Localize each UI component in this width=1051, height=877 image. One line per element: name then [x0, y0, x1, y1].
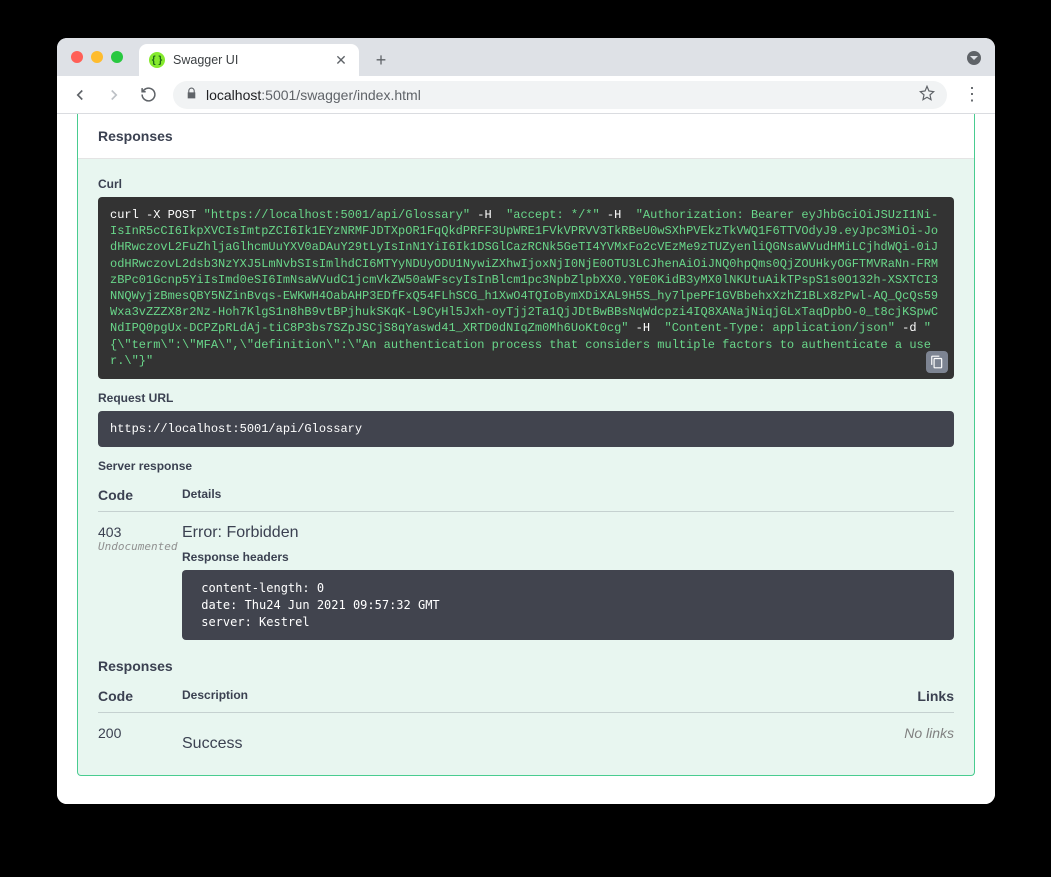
col-code: Code — [98, 487, 182, 503]
table-header: Code Details — [98, 479, 954, 512]
reload-button[interactable] — [133, 80, 163, 110]
lock-icon — [185, 87, 198, 103]
request-url-label: Request URL — [98, 391, 954, 405]
response-headers-block: content-length: 0 date: Thu24 Jun 2021 0… — [182, 570, 954, 640]
curl-label: Curl — [98, 177, 954, 191]
browser-window: { } Swagger UI ✕ + localhost:5001/swagge… — [57, 38, 995, 804]
responses-header: Responses — [78, 114, 974, 159]
address-bar[interactable]: localhost:5001/swagger/index.html — [173, 81, 947, 109]
response-description-cell: Success — [182, 725, 904, 753]
error-message: Error: Forbidden — [182, 524, 954, 542]
server-response-label: Server response — [98, 459, 954, 473]
close-window-button[interactable] — [71, 51, 83, 63]
swagger-operation-block: Responses Curl curl -X POST "https://loc… — [77, 114, 975, 776]
response-code-cell: 200 — [98, 725, 182, 753]
tab-title: Swagger UI — [173, 53, 238, 67]
col-code: Code — [98, 688, 182, 704]
response-code: 200 — [98, 725, 182, 741]
tab-strip: { } Swagger UI ✕ + — [139, 38, 395, 76]
responses-section-label: Responses — [98, 658, 954, 674]
response-details-cell: Error: Forbidden Response headers conten… — [182, 524, 954, 640]
minimize-window-button[interactable] — [91, 51, 103, 63]
request-url-block: https://localhost:5001/api/Glossary — [98, 411, 954, 447]
back-button[interactable] — [65, 80, 95, 110]
new-tab-button[interactable]: + — [367, 46, 395, 74]
response-code: 403 — [98, 524, 182, 540]
swagger-favicon-icon: { } — [149, 52, 165, 68]
table-row: 200 Success No links — [98, 713, 954, 753]
table-row: 403 Undocumented Error: Forbidden Respon… — [98, 512, 954, 640]
col-details: Details — [182, 487, 954, 503]
titlebar: { } Swagger UI ✕ + — [57, 38, 995, 76]
bookmark-star-icon[interactable] — [919, 85, 935, 104]
browser-menu-button[interactable]: ⋮ — [957, 80, 987, 110]
copy-curl-button[interactable] — [926, 351, 948, 373]
forward-button[interactable] — [99, 80, 129, 110]
table-header: Code Description Links — [98, 680, 954, 713]
browser-tab[interactable]: { } Swagger UI ✕ — [139, 44, 359, 76]
responses-title: Responses — [98, 128, 954, 144]
window-controls — [71, 51, 123, 63]
profile-menu-button[interactable] — [967, 51, 981, 65]
response-code-cell: 403 Undocumented — [98, 524, 182, 640]
curl-command-block: curl -X POST "https://localhost:5001/api… — [98, 197, 954, 379]
undocumented-label: Undocumented — [98, 540, 182, 553]
toolbar: localhost:5001/swagger/index.html ⋮ — [57, 76, 995, 114]
response-description: Success — [182, 735, 904, 753]
url-text: localhost:5001/swagger/index.html — [206, 87, 421, 103]
col-links: Links — [917, 688, 954, 704]
response-links: No links — [904, 725, 954, 753]
maximize-window-button[interactable] — [111, 51, 123, 63]
documented-responses-table: Code Description Links 200 Success No li… — [98, 680, 954, 753]
col-description: Description — [182, 688, 917, 704]
close-tab-button[interactable]: ✕ — [333, 52, 349, 68]
page-content: Responses Curl curl -X POST "https://loc… — [57, 114, 995, 804]
server-response-table: Code Details 403 Undocumented Error: For… — [98, 479, 954, 640]
response-headers-label: Response headers — [182, 550, 954, 564]
